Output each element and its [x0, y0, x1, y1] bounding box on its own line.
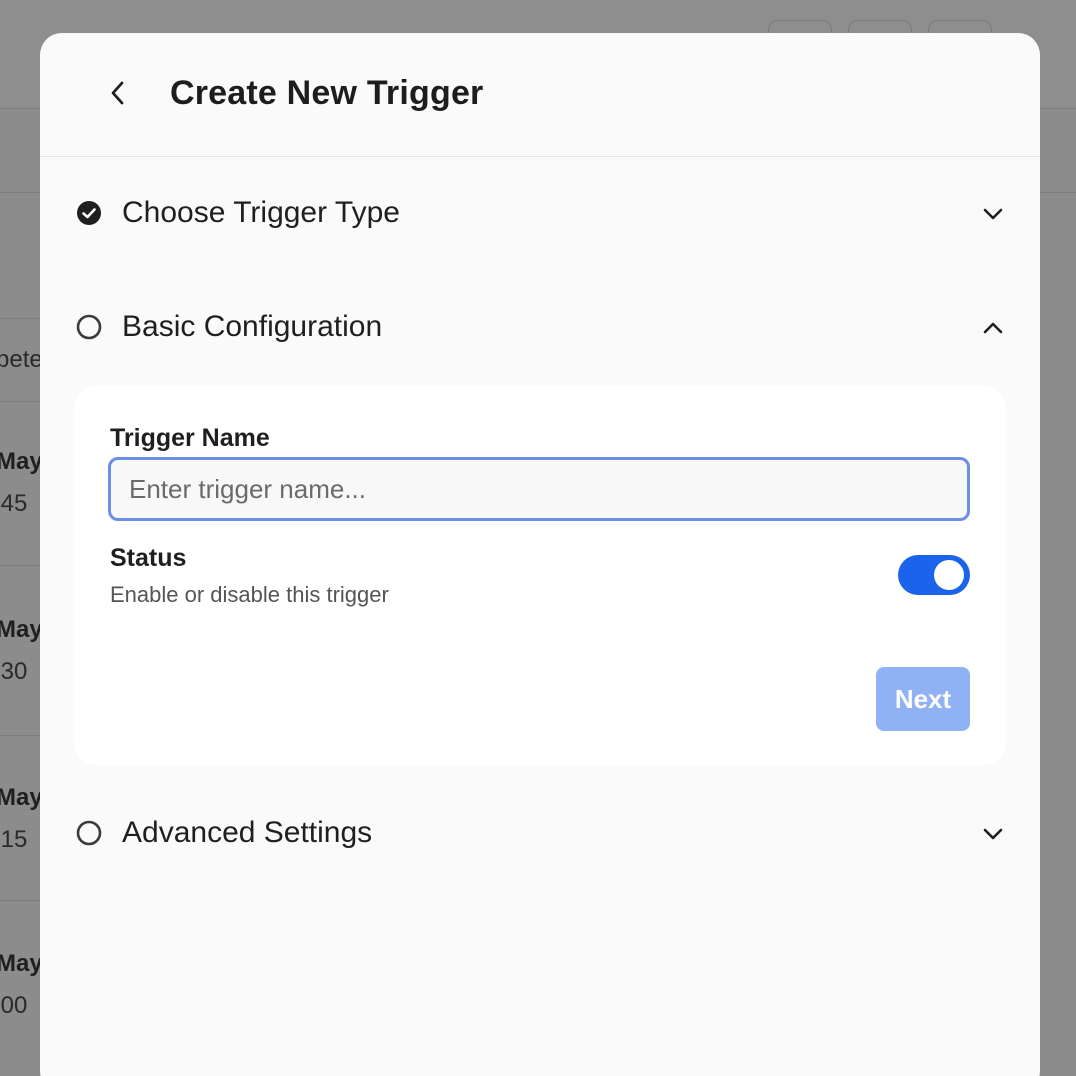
chevron-left-icon	[108, 80, 128, 111]
modal-title: Create New Trigger	[170, 74, 484, 112]
chevron-up-icon	[982, 317, 1004, 339]
next-button[interactable]: Next	[876, 667, 970, 731]
table-row	[0, 736, 40, 901]
status-toggle[interactable]	[898, 555, 970, 595]
check-circle-icon	[76, 200, 102, 226]
section-label: Choose Trigger Type	[122, 196, 400, 229]
row-date: May	[0, 448, 43, 475]
create-trigger-modal: Create New Trigger Choose Trigger Type B…	[40, 33, 1040, 1076]
back-button[interactable]	[98, 73, 138, 117]
section-advanced-settings[interactable]: Advanced Settings	[40, 803, 1040, 863]
section-choose-trigger-type[interactable]: Choose Trigger Type	[40, 183, 1040, 243]
circle-outline-icon	[76, 820, 102, 846]
status-label: Status	[110, 544, 187, 572]
section-label: Basic Configuration	[122, 310, 383, 343]
circle-outline-icon	[76, 314, 102, 340]
row-time: :15	[0, 826, 28, 853]
basic-configuration-panel: Trigger Name Status Enable or disable th…	[74, 385, 1006, 766]
modal-header: Create New Trigger	[40, 33, 1040, 157]
section-basic-configuration[interactable]: Basic Configuration	[40, 297, 1040, 357]
chevron-down-icon	[982, 203, 1004, 225]
row-date: May	[0, 784, 43, 811]
table-row	[0, 901, 40, 1076]
row-date: May	[0, 616, 43, 643]
status-description: Enable or disable this trigger	[110, 582, 389, 607]
section-label: Advanced Settings	[122, 816, 373, 849]
table-row	[0, 400, 40, 566]
toggle-knob	[934, 560, 964, 590]
table-row	[0, 566, 40, 736]
row-time: :45	[0, 490, 28, 517]
chevron-down-icon	[982, 823, 1004, 845]
background-column-header: pete	[0, 346, 43, 373]
trigger-name-input[interactable]	[108, 457, 970, 521]
trigger-name-label: Trigger Name	[110, 424, 270, 452]
row-time: :30	[0, 658, 28, 685]
row-date: May	[0, 950, 43, 977]
row-time: :00	[0, 992, 28, 1019]
